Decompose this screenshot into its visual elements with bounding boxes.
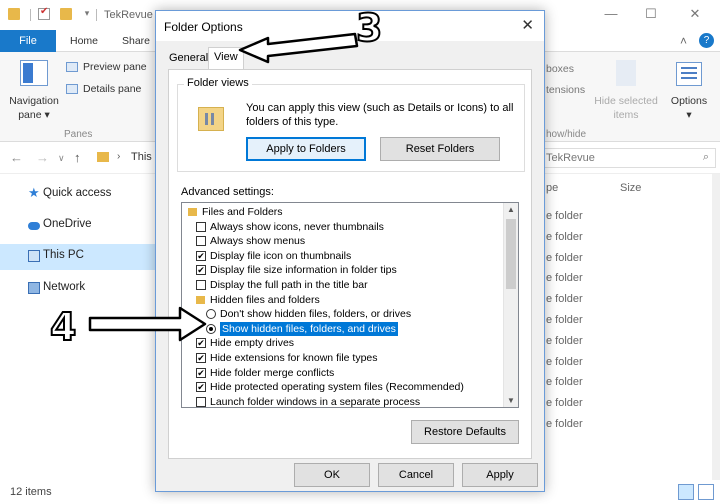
arrow-to-show-hidden [88, 306, 207, 342]
step-number-4: 4 [49, 304, 77, 350]
step-number-3: 3 [355, 5, 383, 51]
arrow-to-view-tab [238, 32, 359, 64]
annotation-layer [88, 32, 359, 342]
